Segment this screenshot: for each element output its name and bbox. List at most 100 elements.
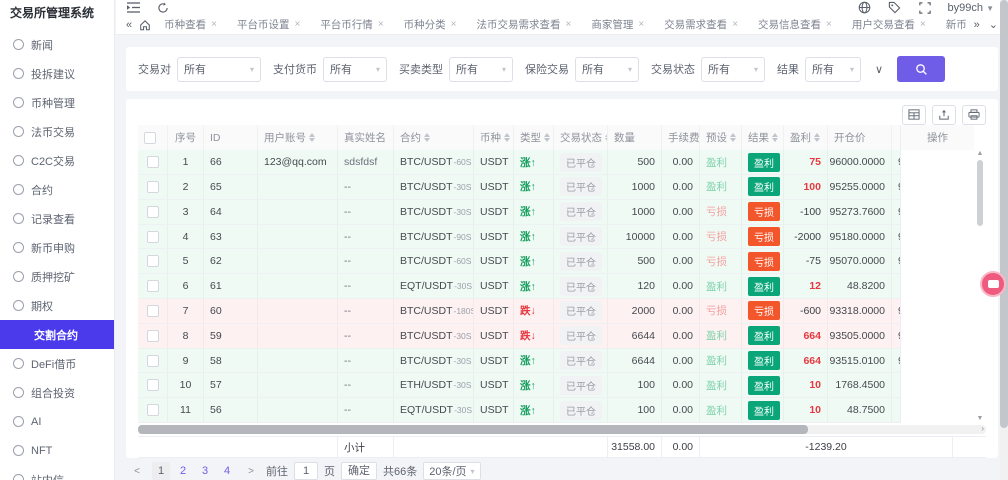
sidebar-item-news[interactable]: 新闻 (0, 30, 114, 59)
home-icon[interactable] (139, 19, 151, 31)
row-checkbox[interactable] (147, 231, 159, 243)
sort-icon[interactable] (504, 133, 510, 142)
sort-icon[interactable] (309, 133, 315, 142)
close-icon[interactable]: × (920, 20, 926, 30)
column-header[interactable]: 合约 (394, 125, 474, 150)
goto-page-input[interactable]: 1 (294, 462, 318, 480)
sidebar-item-options[interactable]: 期权 (0, 291, 114, 320)
scroll-right-icon[interactable]: › (981, 424, 984, 433)
close-icon[interactable]: × (211, 20, 217, 30)
row-checkbox[interactable] (147, 330, 159, 342)
column-header[interactable]: 币种 (474, 125, 514, 150)
close-icon[interactable]: × (732, 20, 738, 30)
row-checkbox[interactable] (147, 305, 159, 317)
filter-select[interactable]: 所有▾ (701, 57, 765, 82)
scroll-down-icon[interactable]: ▼ (977, 415, 984, 423)
goto-confirm-button[interactable]: 确定 (341, 462, 377, 480)
sidebar-item-delivery-contract[interactable]: 交割合约 (0, 320, 114, 349)
collapse-sidebar-icon[interactable] (126, 1, 140, 15)
filter-select[interactable]: 所有▾ (575, 57, 639, 82)
tab-platform-coin-market[interactable]: 平台币行情× (312, 15, 391, 34)
row-checkbox[interactable] (147, 255, 159, 267)
column-header[interactable]: 类型 (514, 125, 554, 150)
table-scroll-region[interactable]: 序号ID用户账号真实姓名合约币种类型交易状态数量手续费预设结果盈利开仓价 166… (138, 125, 900, 423)
tab-trade-info-view[interactable]: 交易信息查看× (750, 15, 840, 34)
sort-icon[interactable] (772, 133, 778, 142)
column-header[interactable]: 结果 (742, 125, 784, 150)
row-checkbox[interactable] (147, 379, 159, 391)
tab-coin-view[interactable]: 币种查看× (156, 15, 225, 34)
table-horizontal-scrollbar[interactable]: › (138, 425, 986, 434)
sidebar-item-defi-lending[interactable]: DeFi借币 (0, 349, 114, 378)
row-checkbox[interactable] (147, 404, 159, 416)
language-globe-icon[interactable] (858, 1, 872, 15)
select-all-checkbox[interactable] (144, 132, 156, 144)
close-icon[interactable]: × (378, 20, 384, 30)
close-icon[interactable]: × (566, 20, 572, 30)
tab-coin-category[interactable]: 币种分类× (396, 15, 465, 34)
tab-merchant-manage[interactable]: 商家管理× (583, 15, 652, 34)
column-header[interactable]: 预设 (700, 125, 742, 150)
page-number[interactable]: 2 (174, 462, 192, 480)
sidebar-item-coin-manage[interactable]: 币种管理 (0, 88, 114, 117)
filter-select[interactable]: 所有▾ (805, 57, 861, 82)
refresh-icon[interactable] (156, 1, 170, 15)
user-menu[interactable]: by99ch ▼ (948, 2, 994, 14)
search-button[interactable] (897, 56, 945, 82)
sidebar-item-portfolio[interactable]: 组合投资 (0, 378, 114, 407)
column-header[interactable]: 盈利 (784, 125, 828, 150)
column-header[interactable]: 交易状态 (554, 125, 608, 150)
sort-icon[interactable] (814, 133, 820, 142)
close-icon[interactable]: × (294, 20, 300, 30)
tab-fiat-demand-view[interactable]: 法币交易需求查看× (469, 15, 580, 34)
sidebar-item-ai[interactable]: AI (0, 407, 114, 436)
row-checkbox[interactable] (147, 156, 159, 168)
sort-icon[interactable] (544, 133, 550, 142)
sidebar-item-records[interactable]: 记录查看 (0, 204, 114, 233)
filter-select[interactable]: 所有▾ (177, 57, 261, 82)
page-scroll-thumb[interactable] (1000, 0, 1008, 428)
close-icon[interactable]: × (638, 20, 644, 30)
tabs-dropdown-icon[interactable]: ⌄ (987, 18, 1000, 31)
sidebar-item-contract[interactable]: 合约 (0, 175, 114, 204)
tab-trade-demand-view[interactable]: 交易需求查看× (656, 15, 746, 34)
next-page-button[interactable]: > (242, 462, 260, 480)
tabs-scroll-left-icon[interactable]: « (124, 19, 134, 31)
horizontal-scroll-thumb[interactable] (138, 425, 808, 434)
close-icon[interactable]: × (451, 20, 457, 30)
floating-service-button[interactable] (980, 271, 1006, 297)
theme-tag-icon[interactable] (888, 1, 902, 15)
close-icon[interactable]: × (826, 20, 832, 30)
sidebar-item-nft[interactable]: NFT (0, 436, 114, 465)
per-page-select[interactable]: 20条/页▾ (423, 462, 480, 480)
tab-user-trade-view[interactable]: 用户交易查看× (844, 15, 934, 34)
prev-page-button[interactable]: < (128, 462, 146, 480)
export-icon[interactable] (932, 105, 956, 125)
vertical-scroll-thumb[interactable] (977, 160, 983, 226)
sidebar-item-c2c-trade[interactable]: C2C交易 (0, 146, 114, 175)
page-number[interactable]: 1 (152, 462, 170, 480)
sidebar-item-fiat-trade[interactable]: 法币交易 (0, 117, 114, 146)
sidebar-item-new-coin[interactable]: 新币申购 (0, 233, 114, 262)
sort-icon[interactable] (730, 133, 736, 142)
print-icon[interactable] (962, 105, 986, 125)
filter-select[interactable]: 所有▾ (323, 57, 387, 82)
scroll-up-icon[interactable]: ▲ (977, 150, 984, 158)
tab-platform-coin-settings[interactable]: 平台币设置× (229, 15, 308, 34)
columns-grid-icon[interactable] (902, 105, 926, 125)
row-checkbox[interactable] (147, 355, 159, 367)
page-number[interactable]: 3 (196, 462, 214, 480)
filter-expand-icon[interactable]: ∨ (873, 63, 885, 76)
page-number[interactable]: 4 (218, 462, 236, 480)
tab-new-coin-subscribe[interactable]: 新币申购× (938, 15, 967, 34)
row-checkbox[interactable] (147, 206, 159, 218)
row-checkbox[interactable] (147, 181, 159, 193)
sidebar-item-staking[interactable]: 质押挖矿 (0, 262, 114, 291)
tabs-scroll-right-icon[interactable]: » (972, 19, 982, 31)
column-header[interactable]: 用户账号 (258, 125, 338, 150)
fullscreen-icon[interactable] (918, 1, 932, 15)
row-checkbox[interactable] (147, 280, 159, 292)
page-scrollbar[interactable] (1000, 0, 1008, 480)
sort-icon[interactable] (424, 133, 430, 142)
filter-select[interactable]: 所有▾ (449, 57, 513, 82)
